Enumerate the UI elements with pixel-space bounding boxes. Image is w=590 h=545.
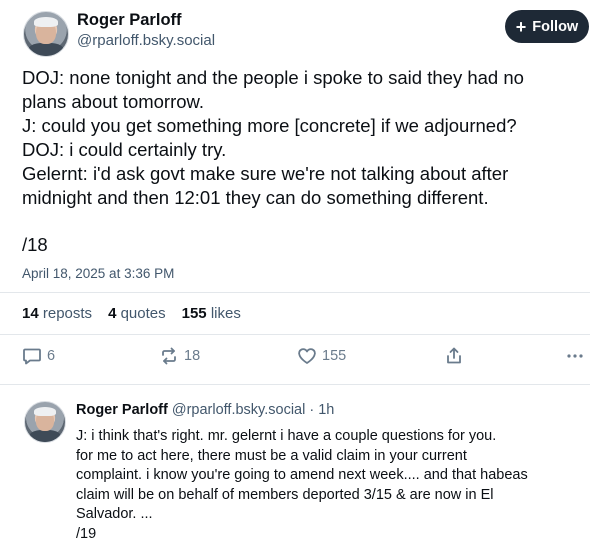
- reply-count: 6: [47, 348, 56, 364]
- share-button[interactable]: [444, 346, 464, 366]
- divider: [0, 292, 590, 293]
- follow-label: Follow: [532, 18, 579, 35]
- divider: [0, 384, 590, 385]
- like-count: 155: [322, 348, 347, 364]
- likes-count: 155: [181, 305, 207, 322]
- post-text: DOJ: none tonight and the people i spoke…: [22, 66, 582, 257]
- reply-author-handle[interactable]: @rparloff.bsky.social: [172, 402, 305, 418]
- repost-button[interactable]: 18: [159, 346, 200, 366]
- reply-line: /19: [76, 525, 97, 542]
- post-date[interactable]: April 18, 2025 at 3:36 PM: [22, 266, 174, 281]
- reply-line: J: i think that's right. mr. gelernt i h…: [76, 428, 497, 444]
- repost-arrows-icon: [162, 347, 176, 365]
- reply-line: complaint. i know you're going to amend …: [76, 467, 528, 483]
- post-counter: /18: [22, 234, 48, 255]
- avatar-shirt: [29, 430, 61, 442]
- avatar-hair: [33, 406, 57, 416]
- quotes-stat[interactable]: 4 quotes: [108, 305, 166, 322]
- reply-line: for me to act here, there must be a vali…: [76, 447, 467, 464]
- reposts-count: 14: [22, 305, 39, 322]
- author-name[interactable]: Roger Parloff: [77, 11, 182, 30]
- engagement-stats: 14 reposts 4 quotes 155 likes: [22, 305, 241, 322]
- reply-line: claim will be on behalf of members depor…: [76, 486, 494, 503]
- avatar-shirt: [28, 42, 64, 56]
- reply-button[interactable]: 6: [22, 346, 55, 366]
- share-icon: [447, 347, 461, 364]
- reply-line: Salvador. ...: [76, 506, 153, 522]
- speech-bubble-icon: [23, 348, 41, 365]
- post-line: J: could you get something more [concret…: [22, 115, 517, 136]
- reposts-stat[interactable]: 14 reposts: [22, 305, 92, 322]
- post-line: DOJ: i could certainly try.: [22, 139, 227, 160]
- post-line: DOJ: none tonight and the people i spoke…: [22, 67, 524, 88]
- like-button[interactable]: 155: [297, 346, 346, 366]
- quotes-count: 4: [108, 305, 117, 322]
- action-bar: 6 18 155: [0, 346, 590, 370]
- heart-icon: [298, 348, 316, 364]
- follow-button[interactable]: + Follow: [505, 10, 589, 43]
- more-options-button[interactable]: [565, 346, 585, 366]
- reply-text: J: i think that's right. mr. gelernt i h…: [76, 427, 586, 544]
- avatar-hair: [33, 17, 59, 27]
- plus-icon: +: [515, 16, 527, 37]
- reply-header: Roger Parloff @rparloff.bsky.social · 1h: [76, 402, 334, 418]
- reply-author-avatar[interactable]: [24, 401, 66, 443]
- reply-author-name[interactable]: Roger Parloff: [76, 402, 168, 418]
- post-line: Gelernt: i'd ask govt make sure we're no…: [22, 163, 509, 184]
- author-handle[interactable]: @rparloff.bsky.social: [77, 32, 215, 49]
- reply-time[interactable]: · 1h: [309, 402, 334, 418]
- repost-count: 18: [184, 348, 201, 364]
- more-dots-icon: [567, 354, 583, 358]
- divider: [0, 334, 590, 335]
- likes-stat[interactable]: 155 likes: [182, 305, 241, 322]
- likes-label: likes: [210, 305, 241, 322]
- post-line: plans about tomorrow.: [22, 91, 205, 112]
- reposts-label: reposts: [42, 305, 93, 322]
- quotes-label: quotes: [120, 305, 166, 322]
- post-line: midnight and then 12:01 they can do some…: [22, 187, 489, 208]
- author-avatar[interactable]: [23, 11, 69, 57]
